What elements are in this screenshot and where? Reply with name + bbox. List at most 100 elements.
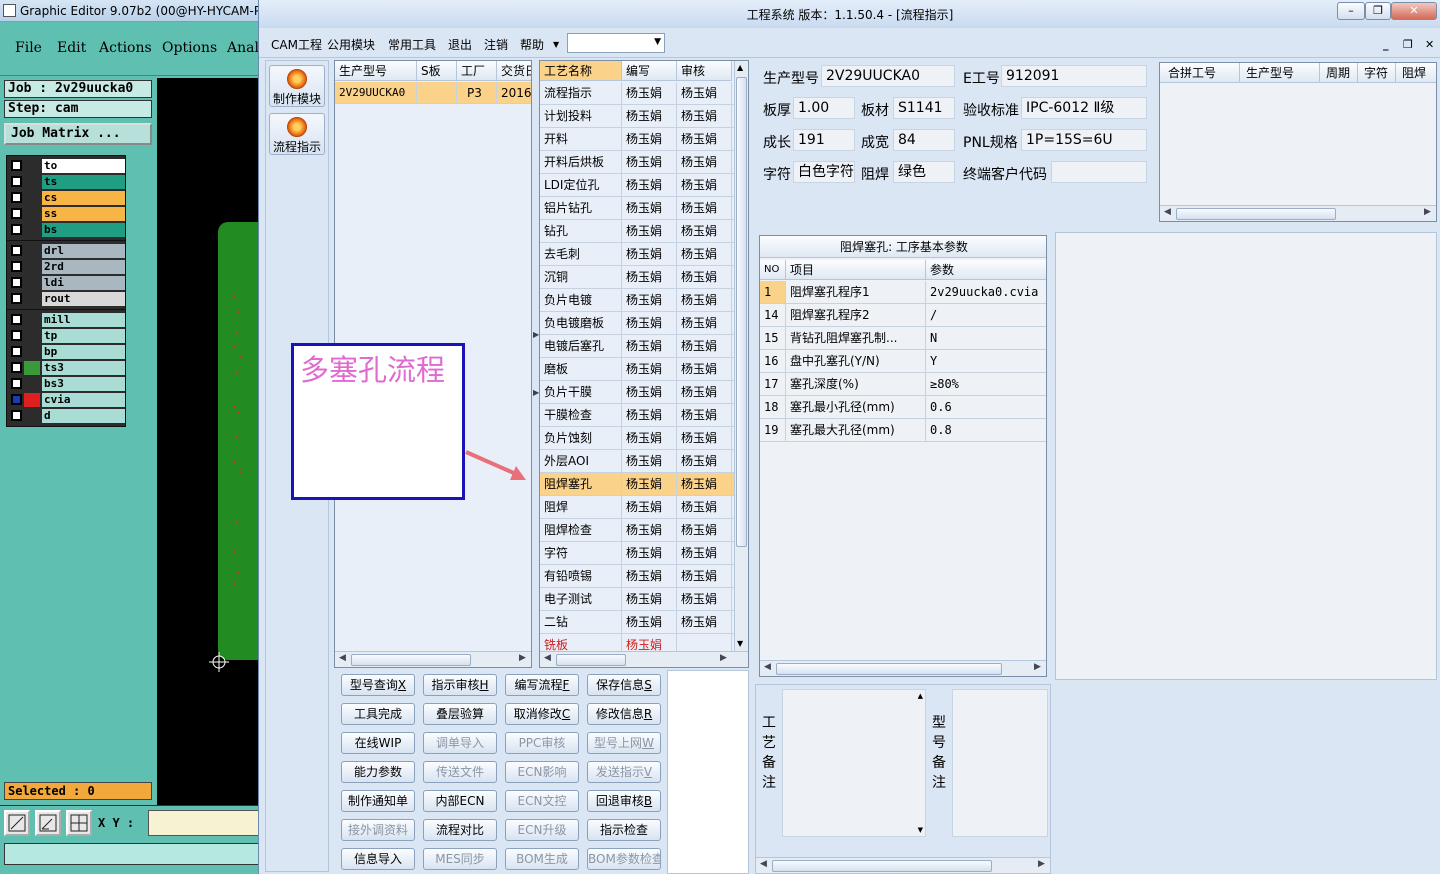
restore-icon[interactable]: ❐ [1365, 2, 1391, 20]
layer-checkbox[interactable] [11, 314, 22, 325]
layer-checkbox[interactable] [11, 346, 22, 357]
table-row[interactable]: 开料 杨玉娟 杨玉娟 [540, 128, 734, 151]
make-module-button[interactable]: 制作模块 [269, 65, 325, 107]
col-cycle-header[interactable]: 周期 [1320, 63, 1358, 83]
model-field[interactable]: 2V29UUCKA0 [821, 65, 955, 87]
action-button[interactable]: 指示检查 [587, 819, 661, 841]
layer-row[interactable]: mill [8, 312, 125, 328]
table-row[interactable]: 沉铜 杨玉娟 杨玉娟 [540, 266, 734, 289]
layer-color-swatch[interactable] [24, 313, 40, 327]
process-param-grid[interactable]: 阻焊塞孔: 工序基本参数 NO 项目 参数 1 阻焊塞孔程序1 2v29uucka0… [759, 235, 1047, 677]
merge-grid-hscroll[interactable]: ◀ ▶ [1160, 205, 1436, 221]
layer-color-swatch[interactable] [24, 276, 40, 290]
module-combo[interactable]: ▼ [567, 33, 665, 53]
action-button[interactable]: 在线WIP [341, 732, 415, 754]
action-button[interactable]: ECN影响 [505, 761, 579, 783]
scroll-right-icon[interactable]: ▶ [519, 653, 526, 663]
menu-exit[interactable]: 退出 [448, 36, 472, 53]
action-button[interactable]: 编写流程F [505, 674, 579, 696]
col-author-header[interactable]: 编写 [622, 61, 677, 81]
xy-input[interactable] [148, 810, 260, 836]
table-row[interactable]: 1 阻焊塞孔程序1 2v29uucka0.cvia [760, 281, 1046, 304]
layer-checkbox[interactable] [11, 224, 22, 235]
action-button[interactable]: BOM参数检查 [587, 848, 661, 870]
process-guide-button[interactable]: 流程指示 [269, 113, 325, 155]
scroll-down-icon[interactable]: ▼ [918, 826, 923, 834]
action-button[interactable]: 取消修改C [505, 703, 579, 725]
close-icon[interactable]: ✕ [1391, 2, 1437, 20]
layer-checkbox[interactable] [11, 192, 22, 203]
action-button[interactable]: ECN文控 [505, 790, 579, 812]
product-grid-hscroll[interactable]: ◀ ▶ [335, 651, 531, 667]
layer-color-swatch[interactable] [24, 191, 40, 205]
splitter-arrow-icon[interactable]: ▶ [533, 330, 539, 339]
action-button[interactable]: 能力参数 [341, 761, 415, 783]
layer-color-swatch[interactable] [24, 244, 40, 258]
scroll-right-icon[interactable]: ▶ [1424, 207, 1431, 217]
table-row[interactable]: 流程指示 杨玉娟 杨玉娟 [540, 82, 734, 105]
col-no-header[interactable]: NO [760, 260, 786, 280]
layer-row[interactable]: cs [8, 190, 125, 206]
table-row[interactable]: 17 塞孔深度(%) ≥80% [760, 373, 1046, 396]
layer-checkbox[interactable] [11, 330, 22, 341]
table-row[interactable]: 干膜检查 杨玉娟 杨玉娟 [540, 404, 734, 427]
menu-help[interactable]: 帮助 [520, 36, 544, 53]
action-button[interactable]: 型号查询X [341, 674, 415, 696]
layer-name[interactable]: cvia [42, 393, 125, 407]
layer-checkbox[interactable] [11, 245, 22, 256]
action-button[interactable]: 回退审核B [587, 790, 661, 812]
action-button[interactable]: 型号上网W [587, 732, 661, 754]
layer-checkbox[interactable] [11, 293, 22, 304]
layer-name[interactable]: ts [42, 175, 125, 189]
layer-checkbox[interactable] [11, 261, 22, 272]
col-merge-model-header[interactable]: 生产型号 [1240, 63, 1320, 83]
scroll-thumb[interactable] [736, 77, 747, 547]
ge-menu-analysis[interactable]: Anal [227, 40, 259, 56]
merge-grid[interactable]: 合拼工号 生产型号 周期 字符 阻焊 ◀ ▶ [1159, 62, 1437, 222]
table-row[interactable]: 二钻 杨玉娟 杨玉娟 [540, 611, 734, 634]
mdi-restore-icon[interactable]: ❐ [1403, 38, 1413, 51]
layer-row[interactable]: bs [8, 222, 125, 238]
thickness-field[interactable]: 1.00 [793, 97, 855, 119]
action-button[interactable]: BOM生成 [505, 848, 579, 870]
param-grid-hscroll[interactable]: ◀ ▶ [760, 660, 1046, 676]
layer-name[interactable]: bs3 [42, 377, 125, 391]
table-row[interactable]: 电镀后塞孔 杨玉娟 杨玉娟 [540, 335, 734, 358]
job-matrix-button[interactable]: Job Matrix ... [4, 123, 152, 145]
action-button[interactable]: 流程对比 [423, 819, 497, 841]
action-button[interactable]: ECN升级 [505, 819, 579, 841]
scroll-thumb[interactable] [772, 860, 992, 872]
action-button[interactable]: 接外调资料 [341, 819, 415, 841]
action-button[interactable]: 传送文件 [423, 761, 497, 783]
menu-common-tools[interactable]: 常用工具 [388, 36, 436, 53]
eno-field[interactable]: 912091 [1001, 65, 1147, 87]
material-field[interactable]: S1141 [893, 97, 955, 119]
table-row[interactable]: 2V29UUCKA0 P3 2016/ [335, 82, 531, 104]
layer-checkbox[interactable] [11, 362, 22, 373]
col-char-header[interactable]: 字符 [1358, 63, 1396, 83]
layer-color-swatch[interactable] [24, 159, 40, 173]
table-row[interactable]: 电子测试 杨玉娟 杨玉娟 [540, 588, 734, 611]
layer-color-swatch[interactable] [24, 409, 40, 423]
layer-name[interactable]: to [42, 159, 125, 173]
col-s-header[interactable]: S板 [417, 61, 457, 81]
layer-row[interactable]: d [8, 408, 125, 424]
char-field[interactable]: 白色字符 [793, 161, 855, 183]
table-row[interactable]: 计划投料 杨玉娟 杨玉娟 [540, 105, 734, 128]
table-row[interactable]: 负片蚀刻 杨玉娟 杨玉娟 [540, 427, 734, 450]
table-row[interactable]: 去毛刺 杨玉娟 杨玉娟 [540, 243, 734, 266]
layer-color-swatch[interactable] [24, 345, 40, 359]
col-date-header[interactable]: 交货日 [497, 61, 531, 81]
action-button[interactable]: 制作通知单 [341, 790, 415, 812]
table-row[interactable]: 有铅喷锡 杨玉娟 杨玉娟 [540, 565, 734, 588]
splitter-arrow-icon[interactable]: ▶ [533, 388, 539, 397]
layer-checkbox[interactable] [11, 410, 22, 421]
scroll-left-icon[interactable]: ◀ [760, 859, 767, 869]
width-field[interactable]: 84 [893, 129, 955, 151]
col-merge-no-header[interactable]: 合拼工号 [1160, 63, 1240, 83]
layer-row[interactable]: ts3 [8, 360, 125, 376]
col-mask-header[interactable]: 阻焊 [1396, 63, 1436, 83]
table-row[interactable]: 16 盘中孔塞孔(Y/N) Y [760, 350, 1046, 373]
col-process-name-header[interactable]: 工艺名称 [540, 61, 622, 81]
layer-row[interactable]: tp [8, 328, 125, 344]
